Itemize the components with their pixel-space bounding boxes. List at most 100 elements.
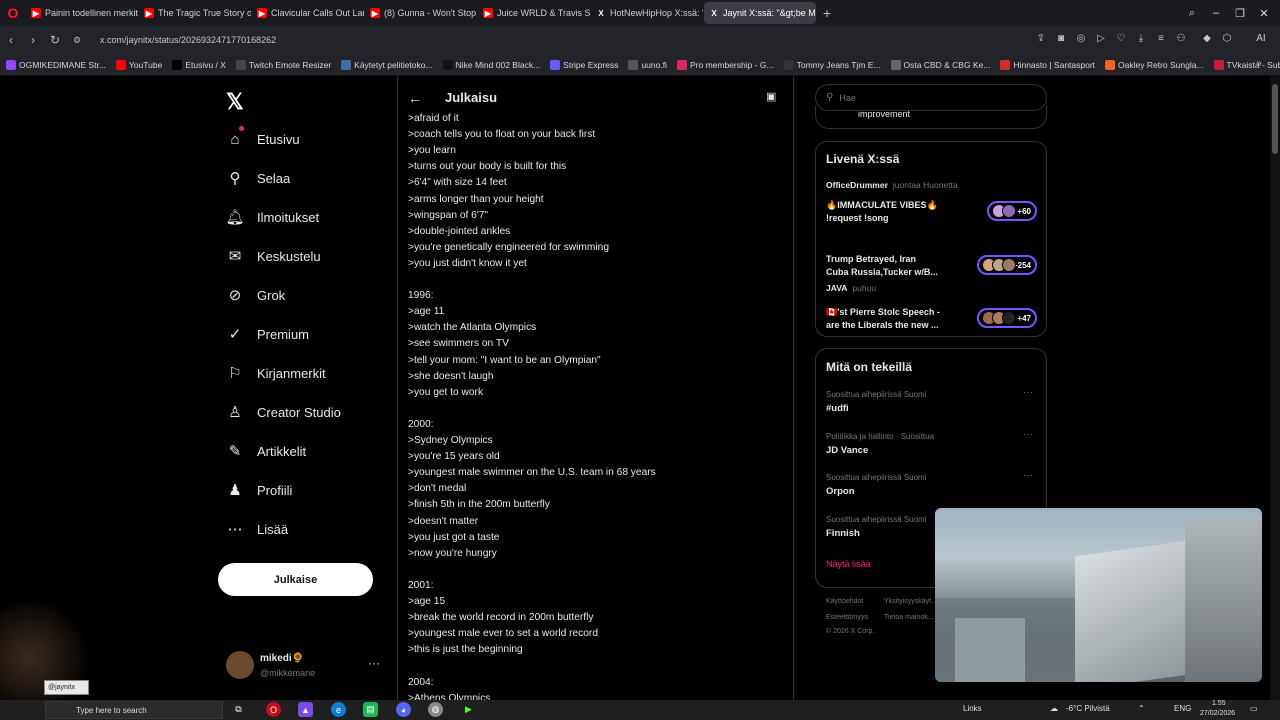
account-more-icon[interactable]: ···: [368, 656, 380, 670]
opera-logo-icon[interactable]: O: [0, 0, 26, 26]
bookmark-item[interactable]: Etusivu / X: [172, 59, 226, 70]
bookmark-item[interactable]: Hinnasto | Santasport: [1000, 59, 1095, 70]
minimize-button[interactable]: –: [1204, 0, 1228, 26]
sidebar-item-grok[interactable]: ⊘ Grok: [226, 280, 285, 310]
back-arrow-icon[interactable]: ←: [408, 90, 422, 106]
download-icon[interactable]: ⤓: [1134, 33, 1148, 47]
sidebar-item-premium[interactable]: ✓ Premium: [226, 319, 309, 349]
sidebar-item-keskustelu[interactable]: ✉ Keskustelu: [226, 241, 321, 271]
links-toolbar[interactable]: Links: [963, 704, 982, 713]
search-tabs-icon[interactable]: ⌕: [1180, 0, 1204, 26]
back-nav-icon[interactable]: ‹: [0, 33, 22, 47]
footer-privacy[interactable]: Yksityisyyskäyt...: [884, 598, 937, 605]
footer-accessibility[interactable]: Esteettömyys: [826, 614, 868, 621]
bookmark-item[interactable]: OGMIKEDIMANE Str...: [6, 59, 106, 70]
sidebar-item-selaa[interactable]: ⚲ Selaa: [226, 163, 291, 193]
cube-icon[interactable]: ⬡: [1220, 33, 1234, 47]
clock-time[interactable]: 1.55: [1212, 700, 1226, 707]
bookmark-item[interactable]: Nike Mind 002 Black...: [442, 59, 540, 70]
close-window-button[interactable]: ✕: [1252, 0, 1276, 26]
trend-more-icon[interactable]: ···: [1023, 429, 1033, 440]
trend-more-icon[interactable]: ···: [1023, 470, 1033, 481]
bookmark-item[interactable]: Osta CBD & CBG Ke...: [890, 59, 990, 70]
app3-taskbar-icon[interactable]: ◍: [428, 702, 443, 717]
browser-tab[interactable]: ▶ Clavicular Calls Out Larry...: [252, 2, 364, 24]
weather-text[interactable]: -6°C Pilvistä: [1066, 704, 1110, 713]
bookmark-item[interactable]: TVkaista - Sub Suora: [1213, 59, 1280, 70]
bookmarks-more-icon[interactable]: »: [1252, 58, 1266, 72]
space-listeners-pill[interactable]: +47: [977, 308, 1037, 328]
taskbar-search[interactable]: Type here to search: [45, 701, 223, 719]
footer-ads[interactable]: Tietoa mainok...: [884, 614, 934, 621]
scrollbar-thumb[interactable]: [1272, 84, 1278, 154]
menu-icon[interactable]: ≡: [1154, 33, 1168, 47]
edge-taskbar-icon[interactable]: e: [331, 702, 346, 717]
profile-browser-icon[interactable]: ⚇: [1174, 33, 1188, 47]
space-listeners-pill[interactable]: +254: [977, 255, 1037, 275]
bookmark-item[interactable]: Twitch Emote Resizer: [235, 59, 331, 70]
trend-topic[interactable]: JD Vance: [826, 445, 868, 456]
kick-taskbar-icon[interactable]: ▶: [461, 702, 476, 717]
trend-topic[interactable]: #udfi: [826, 403, 849, 414]
sidebar-item-profiili[interactable]: ♟ Profiili: [226, 475, 292, 505]
browser-tab[interactable]: X Jaynit X:ssä: "&gt;be Mich...: [704, 2, 816, 24]
share-icon[interactable]: ⇪: [1034, 33, 1048, 47]
reload-icon[interactable]: ↻: [44, 33, 66, 47]
space-host[interactable]: JAVA puhuu: [826, 283, 876, 293]
snapshot-icon[interactable]: ◎: [1074, 33, 1088, 47]
new-tab-button[interactable]: +: [817, 5, 837, 21]
discord-taskbar-icon[interactable]: ◕: [396, 702, 411, 717]
space-title[interactable]: 🔥IMMACULATE VIBES🔥 !request !song: [826, 199, 938, 225]
play-icon[interactable]: ▷: [1094, 33, 1108, 47]
bookmark-item[interactable]: uuno.fi: [628, 59, 667, 70]
trend-topic[interactable]: Orpon: [826, 486, 855, 497]
space-title[interactable]: 🇨🇦'st Pierre Stolc Speech - are the Liber…: [826, 306, 940, 332]
bookmark-item[interactable]: Pro membership - G...: [676, 59, 774, 70]
ai-button[interactable]: AI: [1250, 33, 1272, 47]
site-info-icon[interactable]: ⚙: [66, 35, 88, 46]
heart-icon[interactable]: ♡: [1114, 33, 1128, 47]
bookmark-item[interactable]: Käytetyt pelitietoko...: [341, 59, 433, 70]
sidebar-item-lisää[interactable]: ⋯ Lisää: [226, 514, 289, 544]
avatar[interactable]: [226, 651, 254, 679]
search-input[interactable]: [839, 92, 1030, 103]
sidebar-item-etusivu[interactable]: ⌂ Etusivu: [226, 124, 299, 154]
show-more-link[interactable]: Näytä lisää: [826, 559, 871, 569]
bookmark-item[interactable]: YouTube: [115, 59, 162, 70]
sidebar-item-artikkelit[interactable]: ✎ Artikkelit: [226, 436, 306, 466]
page-scrollbar[interactable]: [1270, 76, 1280, 700]
browser-tab[interactable]: ▶ The Tragic True Story of Ju...: [139, 2, 251, 24]
post-button[interactable]: Julkaise: [218, 563, 373, 596]
picture-in-picture-video[interactable]: [935, 508, 1262, 682]
app2-taskbar-icon[interactable]: ▤: [363, 702, 378, 717]
bookmark-item[interactable]: Stripe Express: [550, 59, 618, 70]
sidebar-item-creator-studio[interactable]: ♙ Creator Studio: [226, 397, 341, 427]
search-box[interactable]: ⚲: [815, 84, 1047, 111]
bookmark-item[interactable]: Oakley Retro Sungla...: [1105, 59, 1204, 70]
forward-nav-icon[interactable]: ›: [22, 33, 44, 47]
tray-chevron-icon[interactable]: ⌃: [1138, 704, 1145, 713]
x-logo-icon[interactable]: 𝕏: [226, 89, 244, 115]
space-title[interactable]: Trump Betrayed, Iran Cuba Russia,Tucker w…: [826, 253, 938, 279]
browser-tab[interactable]: X HotNewHipHop X:ssä: "D...: [591, 2, 703, 24]
browser-tab[interactable]: ▶ Juice WRLD & Travis Scott...: [478, 2, 590, 24]
url-field[interactable]: x.com/jaynitx/status/2026932471770168262: [100, 35, 276, 45]
bookmark-item[interactable]: Tommy Jeans Tjm E...: [783, 59, 881, 70]
notification-icon[interactable]: ▭: [1250, 704, 1258, 713]
extension-icon[interactable]: ◆: [1200, 33, 1214, 47]
browser-tab[interactable]: ▶ (8) Gunna - Won't Stop [O...: [365, 2, 477, 24]
sidebar-item-ilmoitukset[interactable]: 🔔︎ Ilmoitukset: [225, 202, 319, 232]
trend-topic[interactable]: Finnish: [826, 528, 860, 539]
clock-date[interactable]: 27/02/2026: [1200, 710, 1235, 717]
app-taskbar-icon[interactable]: ▲: [298, 702, 313, 717]
space-listeners-pill[interactable]: +60: [987, 201, 1037, 221]
space-host[interactable]: OfficeDrummer juontaa Huonetta: [826, 180, 958, 190]
browser-tab[interactable]: ▶ Painin todellinen merkity...: [26, 2, 138, 24]
footer-terms[interactable]: Käyttöehdot: [826, 598, 863, 605]
sidebar-item-kirjanmerkit[interactable]: ⚐ Kirjanmerkit: [226, 358, 325, 388]
camera-icon[interactable]: ◙: [1054, 33, 1068, 47]
lang-indicator[interactable]: ENG: [1174, 704, 1191, 713]
task-view-icon[interactable]: ⧉: [231, 702, 246, 717]
trend-more-icon[interactable]: ···: [1023, 387, 1033, 398]
maximize-button[interactable]: ❐: [1228, 0, 1252, 26]
